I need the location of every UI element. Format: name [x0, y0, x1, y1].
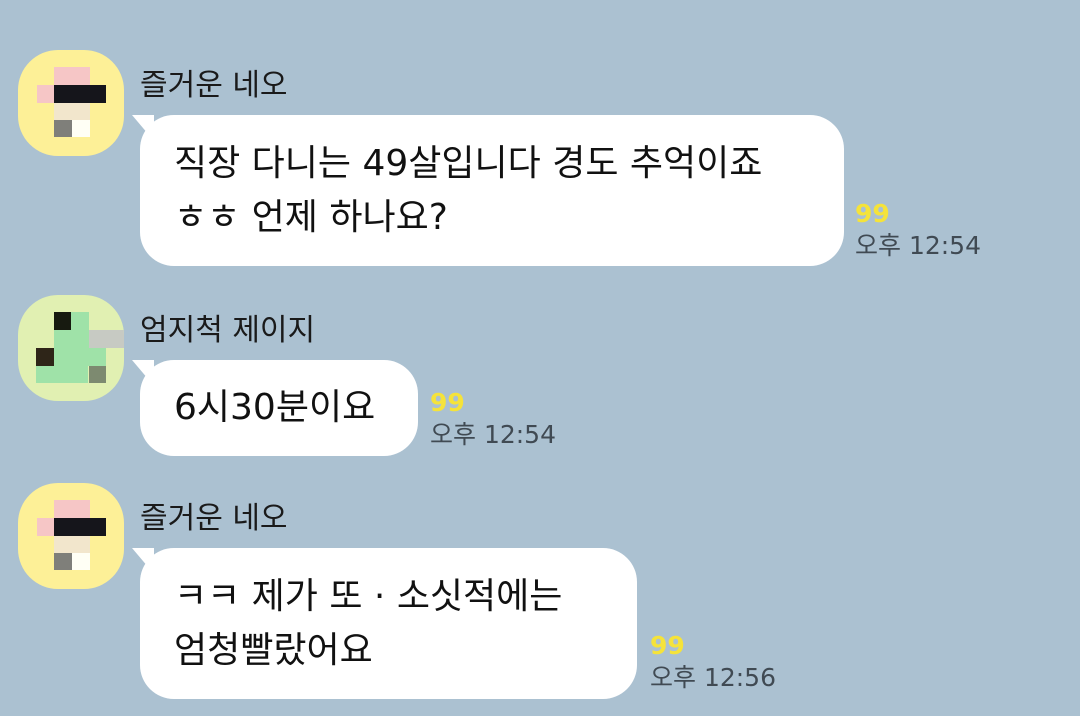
- message-text-line: ㅋㅋ 제가 또 · 소싯적에는: [174, 576, 563, 617]
- timestamp: 오후 12:56: [650, 663, 776, 692]
- pixel-block: [36, 348, 54, 366]
- sender-name: 엄지척 제이지: [140, 313, 316, 348]
- pixel-block: [54, 536, 90, 553]
- message-text-line: ㅎㅎ 언제 하나요?: [174, 197, 448, 238]
- unread-count: 99: [430, 388, 465, 417]
- pixel-block: [54, 67, 90, 85]
- avatar[interactable]: [18, 483, 124, 589]
- avatar[interactable]: [18, 295, 124, 401]
- pixel-block: [54, 103, 90, 120]
- bubble-tail: [132, 115, 154, 141]
- message-meta: 99 오후 12:54: [855, 201, 981, 261]
- pixel-block: [54, 85, 106, 103]
- message-bubble[interactable]: 6시30분이요: [132, 360, 418, 456]
- pixel-block: [72, 120, 90, 137]
- message-text-line: 6시30분이요: [174, 387, 376, 428]
- pixel-block: [54, 500, 90, 518]
- pixel-block: [89, 366, 106, 383]
- pixel-block: [37, 518, 54, 536]
- bubble-tail: [132, 360, 154, 386]
- unread-count: 99: [855, 199, 890, 228]
- bubble-tail: [132, 548, 154, 574]
- sender-name: 즐거운 네오: [140, 501, 288, 536]
- pixel-block: [89, 330, 124, 348]
- pixel-block: [71, 312, 89, 330]
- pixel-block: [36, 366, 88, 383]
- message-text-line: 엄청빨랐어요: [174, 630, 373, 671]
- pixel-block: [54, 120, 72, 137]
- message-meta: 99 오후 12:56: [650, 633, 776, 693]
- pixel-block: [54, 312, 71, 330]
- avatar[interactable]: [18, 50, 124, 156]
- pixel-block: [54, 518, 106, 536]
- pixel-block: [72, 553, 90, 570]
- pixel-block: [37, 85, 54, 103]
- pixel-block: [54, 553, 72, 570]
- chat-room[interactable]: 즐거운 네오 직장 다니는 49살입니다 경도 추억이죠 ㅎㅎ 언제 하나요? …: [0, 0, 1080, 716]
- message-text-line: 직장 다니는 49살입니다 경도 추억이죠: [174, 143, 763, 184]
- pixel-block: [54, 348, 106, 366]
- timestamp: 오후 12:54: [855, 231, 981, 260]
- message-bubble[interactable]: 직장 다니는 49살입니다 경도 추억이죠 ㅎㅎ 언제 하나요?: [132, 115, 844, 266]
- pixel-block: [54, 330, 89, 348]
- message-bubble[interactable]: ㅋㅋ 제가 또 · 소싯적에는 엄청빨랐어요: [132, 548, 637, 699]
- unread-count: 99: [650, 631, 685, 660]
- sender-name: 즐거운 네오: [140, 68, 288, 103]
- timestamp: 오후 12:54: [430, 420, 556, 449]
- message-meta: 99 오후 12:54: [430, 390, 556, 450]
